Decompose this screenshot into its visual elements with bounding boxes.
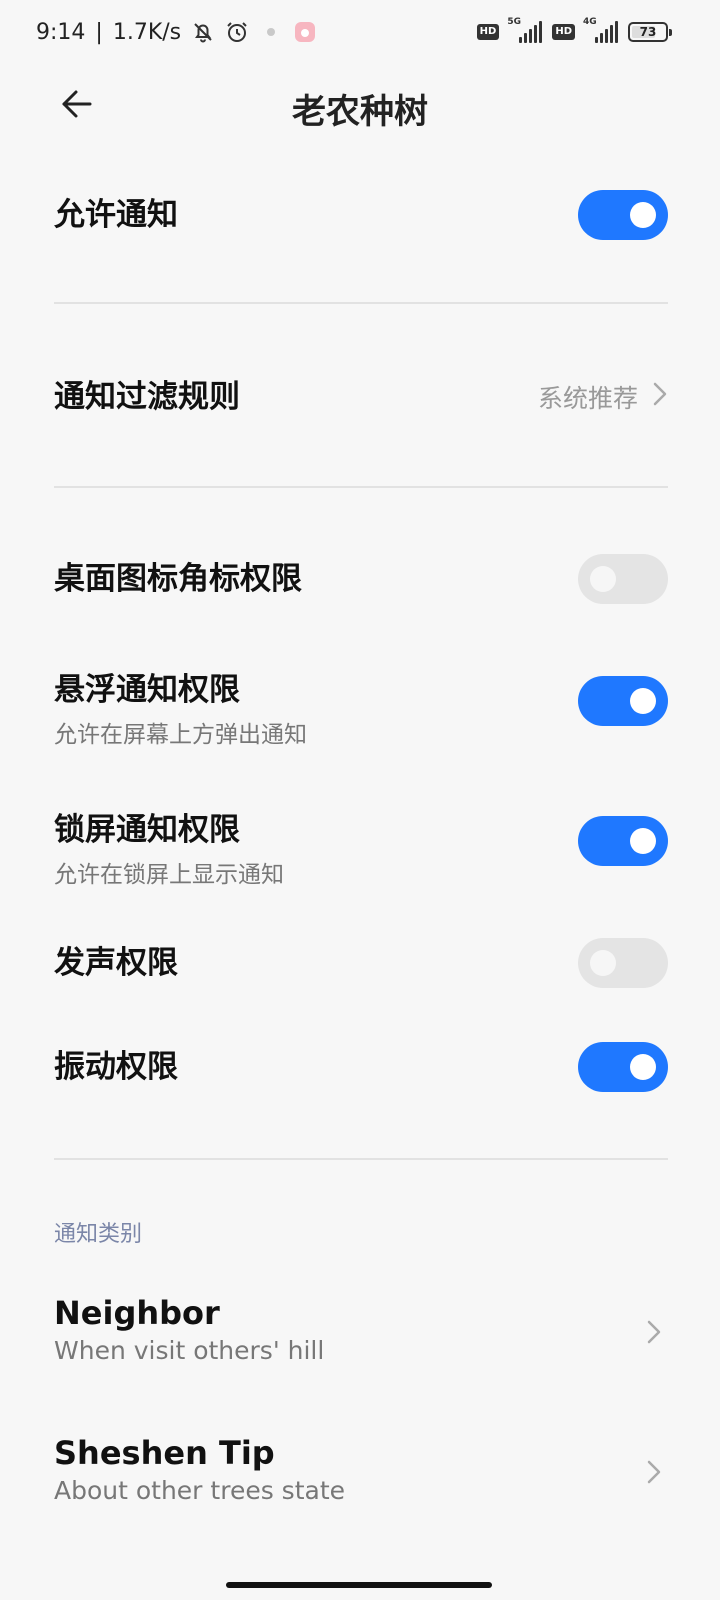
filter-rule-value: 系统推荐 [537,384,638,413]
section-label-categories: 通知类别 [54,1222,143,1247]
hd-badge-2: HD [552,24,575,40]
setting-description: 允许在屏幕上方弹出通知 [54,722,307,748]
setting-badge-permission: 桌面图标角标权限 [54,554,668,604]
setting-allow-notifications: 允许通知 [54,190,668,240]
setting-label: 允许通知 [54,197,178,233]
setting-lockscreen-permission: 锁屏通知权限 允许在锁屏上显示通知 [54,804,668,888]
category-title: Sheshen Tip [54,1434,275,1472]
status-net-speed: 1.7K/s [112,19,182,45]
setting-label: 悬浮通知权限 [54,672,240,708]
setting-label: 桌面图标角标权限 [54,561,302,597]
status-left: 9:14 | 1.7K/s [36,16,317,48]
net-label-4g: 4G [583,17,597,27]
toggle-knob [630,1054,656,1080]
badge-permission-toggle[interactable] [578,554,668,604]
setting-vibration-permission: 振动权限 [54,1042,668,1092]
lockscreen-permission-toggle[interactable] [578,816,668,866]
setting-sound-permission: 发声权限 [54,938,668,988]
chevron-right-icon [652,380,668,414]
notification-dot-icon [259,20,283,44]
chevron-right-icon [646,1318,662,1350]
signal-5g-icon: 5G [507,17,543,43]
toggle-knob [630,202,656,228]
net-label-5g: 5G [507,17,521,27]
category-description: When visit others' hill [54,1336,325,1365]
toggle-knob [590,566,616,592]
divider [54,1158,668,1160]
setting-filter-rule[interactable]: 通知过滤规则 系统推荐 [54,374,668,420]
category-item-neighbor[interactable]: Neighbor When visit others' hill [54,1294,668,1374]
home-indicator[interactable] [226,1582,492,1588]
page-title: 老农种树 [292,92,428,132]
toggle-knob [630,828,656,854]
sound-permission-toggle[interactable] [578,938,668,988]
divider [54,302,668,304]
status-time: 9:14 [36,19,86,45]
setting-label: 发声权限 [54,945,178,981]
setting-label: 振动权限 [54,1049,178,1085]
battery-text: 73 [639,25,657,39]
chevron-right-icon [646,1458,662,1490]
status-bar: 9:14 | 1.7K/s HD 5G HD 4G 73 [0,0,720,64]
category-item-sheshen-tip[interactable]: Sheshen Tip About other trees state [54,1434,668,1514]
alarm-icon [225,20,249,44]
toggle-knob [630,688,656,714]
allow-notifications-toggle[interactable] [578,190,668,240]
vibration-permission-toggle[interactable] [578,1042,668,1092]
category-description: About other trees state [54,1476,346,1505]
floating-permission-toggle[interactable] [578,676,668,726]
battery-icon: 73 [628,22,672,42]
setting-floating-permission: 悬浮通知权限 允许在屏幕上方弹出通知 [54,664,668,748]
hd-badge-1: HD [476,24,500,40]
divider [54,486,668,488]
app-icon [293,20,317,44]
signal-4g-icon: 4G [583,17,618,43]
toggle-knob [590,950,616,976]
setting-description: 允许在锁屏上显示通知 [54,862,284,888]
filter-rule-value-group: 系统推荐 [538,374,668,420]
category-title: Neighbor [54,1294,220,1332]
status-separator: | [95,19,103,45]
bell-off-icon [191,20,215,44]
header: 老农种树 [0,70,720,140]
setting-label: 锁屏通知权限 [54,812,240,848]
status-right: HD 5G HD 4G 73 [476,17,672,46]
